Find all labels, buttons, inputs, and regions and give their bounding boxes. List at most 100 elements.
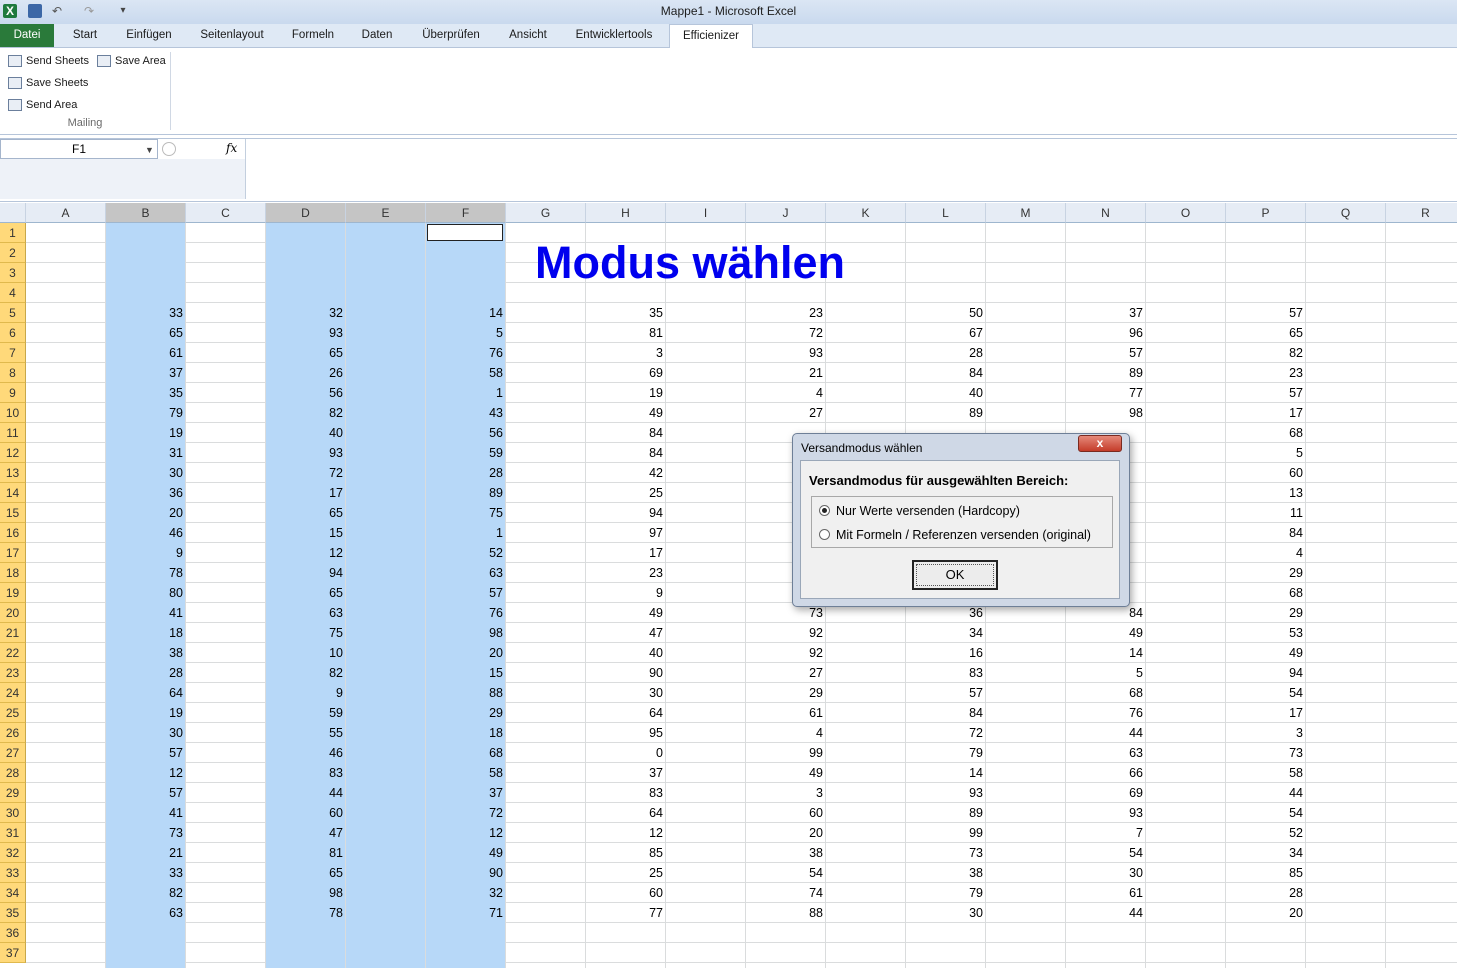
cell[interactable]: 10	[267, 643, 343, 663]
cell[interactable]: 97	[587, 523, 663, 543]
column-header-r[interactable]: R	[1386, 203, 1457, 223]
cell[interactable]: 55	[267, 723, 343, 743]
cell[interactable]: 38	[907, 863, 983, 883]
cell[interactable]: 12	[587, 823, 663, 843]
cell[interactable]: 46	[107, 523, 183, 543]
cell[interactable]: 23	[1227, 363, 1303, 383]
cell[interactable]: 16	[907, 643, 983, 663]
cell[interactable]: 47	[587, 623, 663, 643]
save-area-button[interactable]: Save Area	[97, 52, 166, 70]
cell[interactable]: 42	[587, 463, 663, 483]
cell[interactable]: 21	[107, 843, 183, 863]
row-header[interactable]: 19	[0, 583, 26, 603]
row-header[interactable]: 29	[0, 783, 26, 803]
row-header[interactable]: 2	[0, 243, 26, 263]
cell[interactable]: 99	[747, 743, 823, 763]
cell[interactable]: 11	[1227, 503, 1303, 523]
cell[interactable]: 73	[1227, 743, 1303, 763]
row-header[interactable]: 10	[0, 403, 26, 423]
ok-button[interactable]: OK	[912, 560, 998, 590]
cell[interactable]: 44	[1067, 723, 1143, 743]
cell[interactable]: 85	[1227, 863, 1303, 883]
cell[interactable]: 19	[107, 703, 183, 723]
cell[interactable]: 57	[1227, 383, 1303, 403]
cell[interactable]: 44	[267, 783, 343, 803]
cell[interactable]: 76	[1067, 703, 1143, 723]
column-header-b[interactable]: B	[106, 203, 186, 223]
row-header[interactable]: 6	[0, 323, 26, 343]
cell[interactable]: 65	[267, 503, 343, 523]
row-header[interactable]: 13	[0, 463, 26, 483]
cell[interactable]: 31	[107, 443, 183, 463]
cell[interactable]: 30	[587, 683, 663, 703]
cell[interactable]: 61	[1067, 883, 1143, 903]
row-header[interactable]: 5	[0, 303, 26, 323]
cell[interactable]: 84	[1227, 523, 1303, 543]
cell[interactable]: 52	[1227, 823, 1303, 843]
cell[interactable]: 47	[267, 823, 343, 843]
cell[interactable]: 83	[267, 763, 343, 783]
cell[interactable]: 68	[1067, 683, 1143, 703]
cell[interactable]: 63	[107, 903, 183, 923]
cell[interactable]: 79	[907, 743, 983, 763]
cell[interactable]: 89	[1067, 363, 1143, 383]
cell[interactable]: 93	[1067, 803, 1143, 823]
cell[interactable]: 49	[587, 403, 663, 423]
worksheet-grid[interactable]: Modus wählen 33 32 14 35 23 50 37 57 65 93 5 81 72 67…	[26, 223, 1457, 968]
cell[interactable]: 73	[907, 843, 983, 863]
cell[interactable]: 72	[907, 723, 983, 743]
cell[interactable]: 69	[1067, 783, 1143, 803]
radio-original[interactable]: Mit Formeln / Referenzen versenden (orig…	[819, 525, 1091, 545]
tab-efficienizer[interactable]: Efficienizer	[669, 24, 753, 48]
column-header-d[interactable]: D	[266, 203, 346, 223]
cell[interactable]: 75	[267, 623, 343, 643]
cell[interactable]: 68	[1227, 583, 1303, 603]
cell[interactable]: 37	[587, 763, 663, 783]
row-header[interactable]: 31	[0, 823, 26, 843]
column-header-c[interactable]: C	[186, 203, 266, 223]
cell[interactable]: 32	[267, 303, 343, 323]
cell[interactable]: 40	[587, 643, 663, 663]
cell[interactable]: 12	[267, 543, 343, 563]
cell[interactable]: 81	[587, 323, 663, 343]
row-header[interactable]: 36	[0, 923, 26, 943]
cell[interactable]: 57	[1227, 303, 1303, 323]
cell[interactable]: 35	[587, 303, 663, 323]
cell[interactable]: 1	[427, 523, 503, 543]
cell[interactable]: 20	[427, 643, 503, 663]
cell[interactable]: 5	[1067, 663, 1143, 683]
cell[interactable]: 92	[747, 623, 823, 643]
tab-seitenlayout[interactable]: Seitenlayout	[190, 24, 274, 47]
cell[interactable]: 25	[587, 863, 663, 883]
cell[interactable]: 72	[747, 323, 823, 343]
cell[interactable]: 82	[267, 403, 343, 423]
cell[interactable]: 34	[907, 623, 983, 643]
select-all-corner[interactable]	[0, 203, 26, 223]
cell[interactable]: 89	[907, 803, 983, 823]
row-header[interactable]: 18	[0, 563, 26, 583]
cell[interactable]: 82	[1227, 343, 1303, 363]
cell[interactable]: 38	[747, 843, 823, 863]
formula-options-icon[interactable]	[162, 142, 176, 156]
cell[interactable]: 14	[1067, 643, 1143, 663]
cell[interactable]: 84	[907, 703, 983, 723]
active-cell[interactable]	[427, 224, 503, 241]
column-header-q[interactable]: Q	[1306, 203, 1386, 223]
row-header[interactable]: 22	[0, 643, 26, 663]
cell[interactable]: 44	[1227, 783, 1303, 803]
row-header[interactable]: 33	[0, 863, 26, 883]
cell[interactable]: 65	[267, 863, 343, 883]
column-header-o[interactable]: O	[1146, 203, 1226, 223]
cell[interactable]: 60	[267, 803, 343, 823]
cell[interactable]: 9	[587, 583, 663, 603]
cell[interactable]: 65	[267, 583, 343, 603]
cell[interactable]: 28	[1227, 883, 1303, 903]
column-header-i[interactable]: I	[666, 203, 746, 223]
cell[interactable]: 93	[747, 343, 823, 363]
cell[interactable]: 88	[427, 683, 503, 703]
cell[interactable]: 57	[1067, 343, 1143, 363]
cell[interactable]: 9	[107, 543, 183, 563]
cell[interactable]: 20	[107, 503, 183, 523]
tab-datei[interactable]: Datei	[0, 24, 54, 47]
cell[interactable]: 65	[107, 323, 183, 343]
